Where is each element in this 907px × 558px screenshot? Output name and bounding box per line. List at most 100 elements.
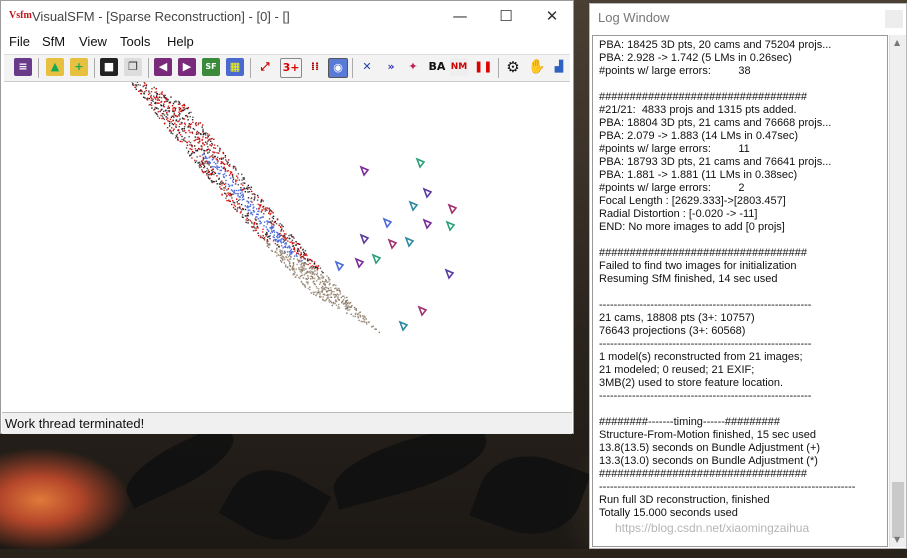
menu-file[interactable]: File [9, 34, 30, 49]
hand-icon[interactable]: ✋ [528, 58, 546, 76]
point [186, 141, 187, 142]
point [285, 264, 286, 265]
log-line: 76643 projections (3+: 60568) [599, 325, 745, 337]
point [175, 100, 176, 101]
show-3plus-button[interactable]: 3+ [280, 58, 302, 78]
point [192, 117, 193, 118]
point [289, 265, 290, 266]
point [249, 187, 250, 188]
point [252, 207, 253, 208]
point [213, 147, 214, 148]
log-output[interactable]: PBA: 18425 3D pts, 20 cams and 75204 pro… [592, 35, 888, 547]
point [296, 254, 297, 255]
scroll-thumb[interactable] [892, 482, 904, 538]
log-close-button[interactable] [885, 10, 903, 28]
point [307, 283, 308, 284]
scroll-down-icon[interactable]: ▼ [894, 535, 900, 544]
point [303, 283, 304, 284]
point [209, 134, 210, 135]
point [358, 317, 359, 318]
close-button[interactable]: ✕ [529, 4, 575, 28]
menu-sfm[interactable]: SfM [42, 34, 65, 49]
point [299, 278, 300, 279]
point [366, 322, 367, 323]
point [169, 102, 170, 103]
point [237, 177, 238, 178]
point [226, 175, 227, 176]
point [208, 172, 209, 173]
point [233, 167, 234, 168]
point [208, 176, 209, 177]
point [189, 132, 190, 133]
point [187, 116, 188, 117]
log-icon[interactable]: ≡ [14, 58, 32, 76]
point [203, 158, 204, 159]
point [326, 287, 327, 288]
pause-icon[interactable]: ❚❚ [474, 58, 492, 76]
title-bar[interactable]: Vsfm VisualSFM - [Sparse Reconstruction]… [1, 1, 573, 31]
point [285, 233, 286, 234]
point [289, 269, 290, 270]
prev-icon[interactable]: ◀ [154, 58, 172, 76]
point [152, 101, 153, 102]
gear-icon[interactable]: ⚙ [504, 58, 522, 76]
point [340, 293, 341, 294]
point [205, 142, 206, 143]
compute-icon[interactable]: » [382, 58, 400, 76]
minimize-button[interactable]: — [437, 4, 483, 28]
scroll-up-icon[interactable]: ▲ [894, 38, 900, 47]
points-icon[interactable]: ⁞⁞ [306, 58, 324, 76]
point [155, 107, 156, 108]
point [159, 97, 160, 98]
point [290, 242, 291, 243]
copy-icon[interactable]: ❐ [124, 58, 142, 76]
point [190, 112, 191, 113]
open-multi-icon[interactable]: + [70, 58, 88, 76]
nm-button[interactable]: NM [450, 58, 468, 76]
bundle-adjust-button[interactable]: BA [426, 58, 448, 76]
point [233, 201, 234, 202]
sift-icon[interactable]: SF [202, 58, 220, 76]
menu-view[interactable]: View [79, 34, 107, 49]
point [202, 171, 203, 172]
log-scrollbar[interactable]: ▲ ▼ [889, 35, 906, 547]
next-icon[interactable]: ▶ [178, 58, 196, 76]
point [159, 100, 160, 101]
leaf-shape [469, 440, 590, 549]
reconstruction-canvas[interactable] [4, 82, 572, 412]
log-line: ----------------------------------------… [599, 338, 811, 350]
point [212, 169, 213, 170]
point [213, 171, 214, 172]
dense-icon[interactable]: ✦ [404, 58, 422, 76]
menu-tools[interactable]: Tools [120, 34, 150, 49]
axis-icon[interactable]: ⤢ [256, 58, 274, 76]
point [139, 90, 140, 91]
point [241, 179, 242, 180]
point [166, 116, 167, 117]
point [257, 195, 258, 196]
point [184, 130, 185, 131]
point [304, 274, 305, 275]
point [169, 110, 170, 111]
menu-help[interactable]: Help [167, 34, 194, 49]
save-icon[interactable]: ■ [100, 58, 118, 76]
chart-icon[interactable]: ▟ [550, 58, 568, 76]
point [316, 288, 317, 289]
point [209, 157, 210, 158]
point [238, 173, 239, 174]
point [276, 255, 277, 256]
point [309, 286, 310, 287]
log-line: Structure-From-Motion finished, 15 sec u… [599, 429, 816, 441]
maximize-button[interactable]: ☐ [483, 4, 529, 28]
point [156, 91, 157, 92]
open-folder-icon[interactable]: ▲ [46, 58, 64, 76]
point [282, 256, 283, 257]
point [190, 142, 191, 143]
match-icon[interactable]: ✕ [358, 58, 376, 76]
grid-icon[interactable]: ▦ [226, 58, 244, 76]
camera-marker [361, 235, 368, 243]
point [313, 294, 314, 295]
camera-icon[interactable]: ◉ [328, 58, 348, 78]
point [253, 211, 254, 212]
point [172, 108, 173, 109]
